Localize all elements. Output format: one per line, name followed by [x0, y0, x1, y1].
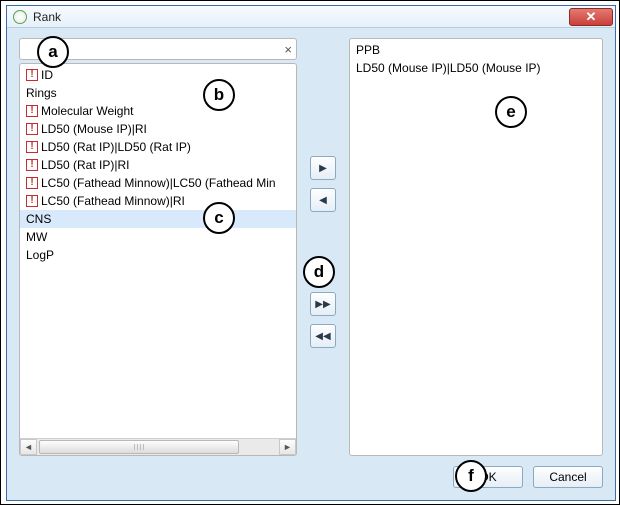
- scroll-thumb[interactable]: [39, 440, 239, 454]
- available-list-body: !IDRings!Molecular Weight!LD50 (Mouse IP…: [20, 64, 296, 438]
- list-item-label: Rings: [26, 84, 57, 102]
- list-item-label: PPB: [356, 41, 380, 59]
- warning-icon: !: [26, 105, 38, 117]
- warning-icon: !: [26, 177, 38, 189]
- close-icon: ✕: [586, 10, 597, 23]
- clear-search-icon[interactable]: ×: [280, 42, 292, 57]
- callout-e: e: [495, 96, 527, 128]
- warning-icon: !: [26, 159, 38, 171]
- list-item[interactable]: LogP: [20, 246, 296, 264]
- list-item-label: Molecular Weight: [41, 102, 133, 120]
- callout-d: d: [303, 256, 335, 288]
- list-item-label: LC50 (Fathead Minnow)|LC50 (Fathead Min: [41, 174, 276, 192]
- callout-b: b: [203, 79, 235, 111]
- horizontal-scrollbar[interactable]: ◄ ►: [20, 438, 296, 455]
- list-item[interactable]: !LC50 (Fathead Minnow)|LC50 (Fathead Min: [20, 174, 296, 192]
- warning-icon: !: [26, 69, 38, 81]
- list-item-label: ID: [41, 66, 53, 84]
- list-item-label: LC50 (Fathead Minnow)|RI: [41, 192, 185, 210]
- transfer-buttons: ▶ ◀ ▶▶ ◀◀: [305, 38, 341, 456]
- callout-f: f: [455, 460, 487, 492]
- list-item-label: MW: [26, 228, 47, 246]
- list-item[interactable]: Rings: [20, 84, 296, 102]
- available-panel: × !IDRings!Molecular Weight!LD50 (Mouse …: [19, 38, 297, 456]
- available-listbox[interactable]: !IDRings!Molecular Weight!LD50 (Mouse IP…: [19, 63, 297, 456]
- warning-icon: !: [26, 123, 38, 135]
- list-item[interactable]: !Molecular Weight: [20, 102, 296, 120]
- list-item[interactable]: CNS: [20, 210, 296, 228]
- rank-dialog: Rank ✕ × !IDRings!Molecular Weight!LD50 …: [6, 5, 616, 501]
- selected-list-body: PPBLD50 (Mouse IP)|LD50 (Mouse IP): [350, 39, 602, 455]
- callout-c: c: [203, 202, 235, 234]
- list-item[interactable]: !LD50 (Rat IP)|RI: [20, 156, 296, 174]
- cancel-button[interactable]: Cancel: [533, 466, 603, 488]
- list-item-label: LD50 (Rat IP)|RI: [41, 156, 129, 174]
- scroll-track[interactable]: [37, 439, 279, 455]
- list-item-label: LD50 (Rat IP)|LD50 (Rat IP): [41, 138, 191, 156]
- close-button[interactable]: ✕: [569, 8, 613, 26]
- scroll-left-button[interactable]: ◄: [20, 439, 37, 455]
- list-item[interactable]: !ID: [20, 66, 296, 84]
- list-item[interactable]: !LC50 (Fathead Minnow)|RI: [20, 192, 296, 210]
- list-item-label: CNS: [26, 210, 51, 228]
- list-item[interactable]: !LD50 (Mouse IP)|RI: [20, 120, 296, 138]
- canvas: Rank ✕ × !IDRings!Molecular Weight!LD50 …: [0, 0, 620, 505]
- callout-a: a: [37, 36, 69, 68]
- dialog-buttons: OK Cancel: [19, 456, 603, 490]
- remove-all-button[interactable]: ◀◀: [310, 324, 336, 348]
- list-item-label: LD50 (Mouse IP)|RI: [41, 120, 147, 138]
- remove-button[interactable]: ◀: [310, 188, 336, 212]
- add-button[interactable]: ▶: [310, 156, 336, 180]
- titlebar: Rank ✕: [7, 6, 615, 28]
- list-item[interactable]: MW: [20, 228, 296, 246]
- selected-panel: PPBLD50 (Mouse IP)|LD50 (Mouse IP): [349, 38, 603, 456]
- scroll-right-button[interactable]: ►: [279, 439, 296, 455]
- list-item[interactable]: PPB: [350, 41, 602, 59]
- list-item[interactable]: !LD50 (Rat IP)|LD50 (Rat IP): [20, 138, 296, 156]
- list-item[interactable]: LD50 (Mouse IP)|LD50 (Mouse IP): [350, 59, 602, 77]
- selected-listbox[interactable]: PPBLD50 (Mouse IP)|LD50 (Mouse IP): [349, 38, 603, 456]
- app-icon: [13, 10, 27, 24]
- window-title: Rank: [33, 10, 569, 24]
- warning-icon: !: [26, 141, 38, 153]
- add-all-button[interactable]: ▶▶: [310, 292, 336, 316]
- list-item-label: LogP: [26, 246, 54, 264]
- warning-icon: !: [26, 195, 38, 207]
- list-item-label: LD50 (Mouse IP)|LD50 (Mouse IP): [356, 59, 541, 77]
